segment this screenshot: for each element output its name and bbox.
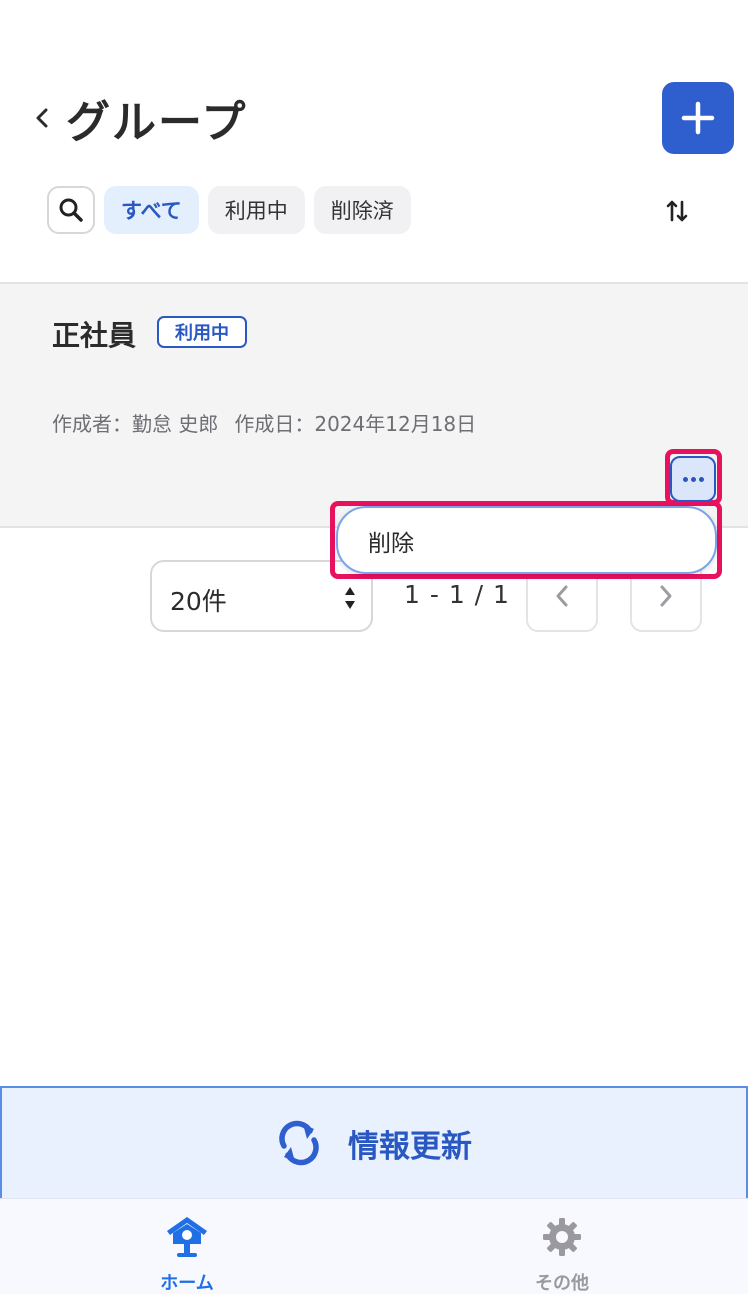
creator-label: 作成者：勤怠 史郎	[52, 412, 219, 436]
tab-home-label: ホーム	[160, 1273, 214, 1294]
page-header: グループ すべて 利用中 削除済	[0, 0, 748, 284]
page-title: グループ	[66, 97, 248, 148]
tab-other-label: その他	[535, 1273, 589, 1294]
home-icon	[163, 1213, 211, 1261]
chevron-right-icon	[660, 585, 672, 607]
sort-button[interactable]	[660, 194, 694, 228]
status-badge: 利用中	[157, 316, 247, 348]
search-button[interactable]	[47, 186, 95, 234]
search-icon	[59, 198, 83, 222]
filter-chip-deleted[interactable]: 削除済	[313, 186, 411, 234]
refresh-icon	[279, 1120, 319, 1166]
tab-home[interactable]: ホーム	[87, 1199, 287, 1294]
tab-other[interactable]: その他	[462, 1199, 662, 1294]
group-card[interactable]: 正社員 利用中 作成者：勤怠 史郎 作成日：2024年12月18日	[0, 284, 748, 528]
tab-bar: ホーム その他	[0, 1198, 748, 1294]
select-arrows-icon	[345, 587, 355, 609]
dot	[682, 476, 688, 482]
group-meta: 作成者：勤怠 史郎 作成日：2024年12月18日	[52, 408, 476, 437]
refresh-label: 情報更新	[348, 1128, 472, 1165]
more-options-button[interactable]	[670, 456, 716, 502]
plus-icon	[681, 101, 715, 135]
dot	[698, 476, 704, 482]
filter-chip-all[interactable]: すべて	[104, 186, 199, 234]
page-size-value: 20件	[170, 587, 227, 616]
gear-icon	[538, 1213, 586, 1261]
group-name: 正社員	[52, 319, 137, 352]
sort-icon	[666, 200, 688, 222]
filter-chip-active[interactable]: 利用中	[207, 186, 305, 234]
context-menu: 削除	[336, 506, 717, 574]
dot	[690, 476, 696, 482]
add-group-button[interactable]	[662, 82, 734, 154]
filter-row: すべて 利用中 削除済	[47, 186, 411, 234]
back-button[interactable]	[28, 100, 56, 136]
chevron-left-icon	[36, 108, 48, 128]
page-range: 1 - 1 / 1	[404, 580, 510, 609]
refresh-button[interactable]: 情報更新	[0, 1086, 748, 1198]
menu-item-delete[interactable]: 削除	[368, 524, 414, 558]
created-date-label: 作成日：2024年12月18日	[234, 412, 477, 436]
chevron-left-icon	[556, 585, 568, 607]
